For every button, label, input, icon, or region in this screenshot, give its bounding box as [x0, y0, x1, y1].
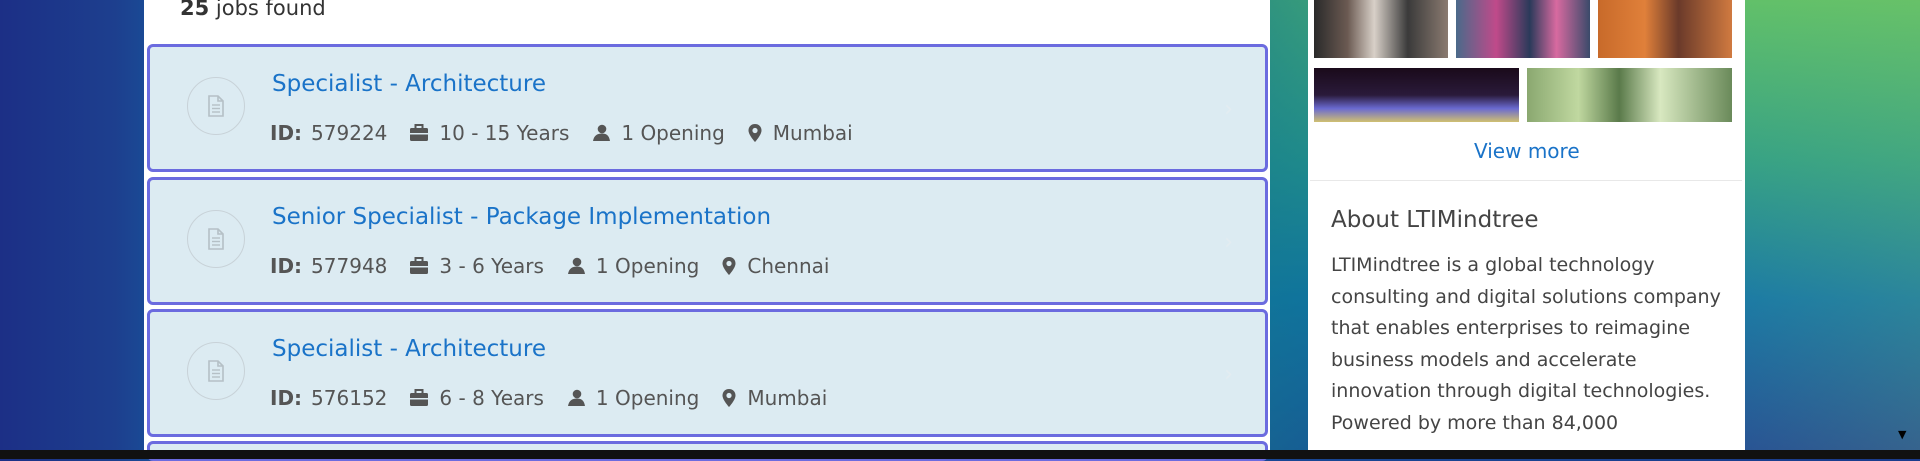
person-icon — [591, 124, 611, 142]
job-card[interactable]: Specialist - Architecture ID: 579224 10 … — [147, 44, 1268, 172]
document-icon — [187, 210, 245, 268]
about-heading: About LTIMindtree — [1331, 207, 1539, 233]
person-icon — [566, 389, 586, 407]
job-meta: ID: 579224 10 - 15 Years 1 Opening Mumba… — [270, 121, 853, 145]
about-text: LTIMindtree is a global technology consu… — [1331, 254, 1721, 434]
briefcase-icon — [409, 389, 429, 407]
id-label: ID: — [270, 121, 303, 145]
gallery-photo-4[interactable] — [1314, 68, 1519, 122]
job-title-link[interactable]: Senior Specialist - Package Implementati… — [272, 204, 771, 230]
chevron-right-icon: › — [1224, 230, 1233, 255]
document-icon — [187, 342, 245, 400]
job-experience: 6 - 8 Years — [439, 386, 544, 410]
location-pin-icon — [721, 388, 737, 408]
job-openings: 1 Opening — [595, 386, 700, 410]
job-experience: 10 - 15 Years — [439, 121, 570, 145]
job-id: 577948 — [311, 254, 388, 278]
id-label: ID: — [270, 254, 303, 278]
job-meta: ID: 577948 3 - 6 Years 1 Opening Chennai — [270, 254, 829, 278]
chevron-right-icon: › — [1224, 362, 1233, 387]
job-card[interactable]: Senior Specialist - Package Implementati… — [147, 177, 1268, 305]
chevron-right-icon: › — [1224, 97, 1233, 122]
job-card[interactable]: Specialist - Architecture ID: 576152 6 -… — [147, 309, 1268, 437]
jobs-found-count: 25 jobs found — [180, 0, 326, 20]
briefcase-icon — [409, 257, 429, 275]
job-title-link[interactable]: Specialist - Architecture — [272, 336, 546, 362]
job-title-link[interactable]: Specialist - Architecture — [272, 71, 546, 97]
job-location: Mumbai — [747, 386, 828, 410]
job-location: Chennai — [747, 254, 830, 278]
job-experience: 3 - 6 Years — [439, 254, 544, 278]
gallery-photo-5[interactable] — [1527, 68, 1732, 122]
location-pin-icon — [721, 256, 737, 276]
gallery-photo-2[interactable] — [1456, 0, 1590, 58]
job-openings: 1 Opening — [595, 254, 700, 278]
bottom-bar — [0, 450, 1920, 459]
location-pin-icon — [747, 123, 763, 143]
person-icon — [566, 257, 586, 275]
gallery-photo-3[interactable] — [1598, 0, 1732, 58]
scroll-down-arrow[interactable]: ▼ — [1898, 428, 1906, 441]
view-more-link[interactable]: View more — [1474, 139, 1580, 163]
jobs-count: 25 — [180, 0, 210, 20]
document-icon — [187, 77, 245, 135]
job-id: 579224 — [311, 121, 388, 145]
job-openings: 1 Opening — [621, 121, 725, 145]
gallery-photo-1[interactable] — [1314, 0, 1448, 58]
job-id: 576152 — [311, 386, 388, 410]
id-label: ID: — [270, 386, 303, 410]
jobs-found-label: jobs found — [209, 0, 326, 20]
job-meta: ID: 576152 6 - 8 Years 1 Opening Mumbai — [270, 386, 827, 410]
divider — [1310, 180, 1742, 181]
briefcase-icon — [409, 124, 429, 142]
job-location: Mumbai — [772, 121, 853, 145]
